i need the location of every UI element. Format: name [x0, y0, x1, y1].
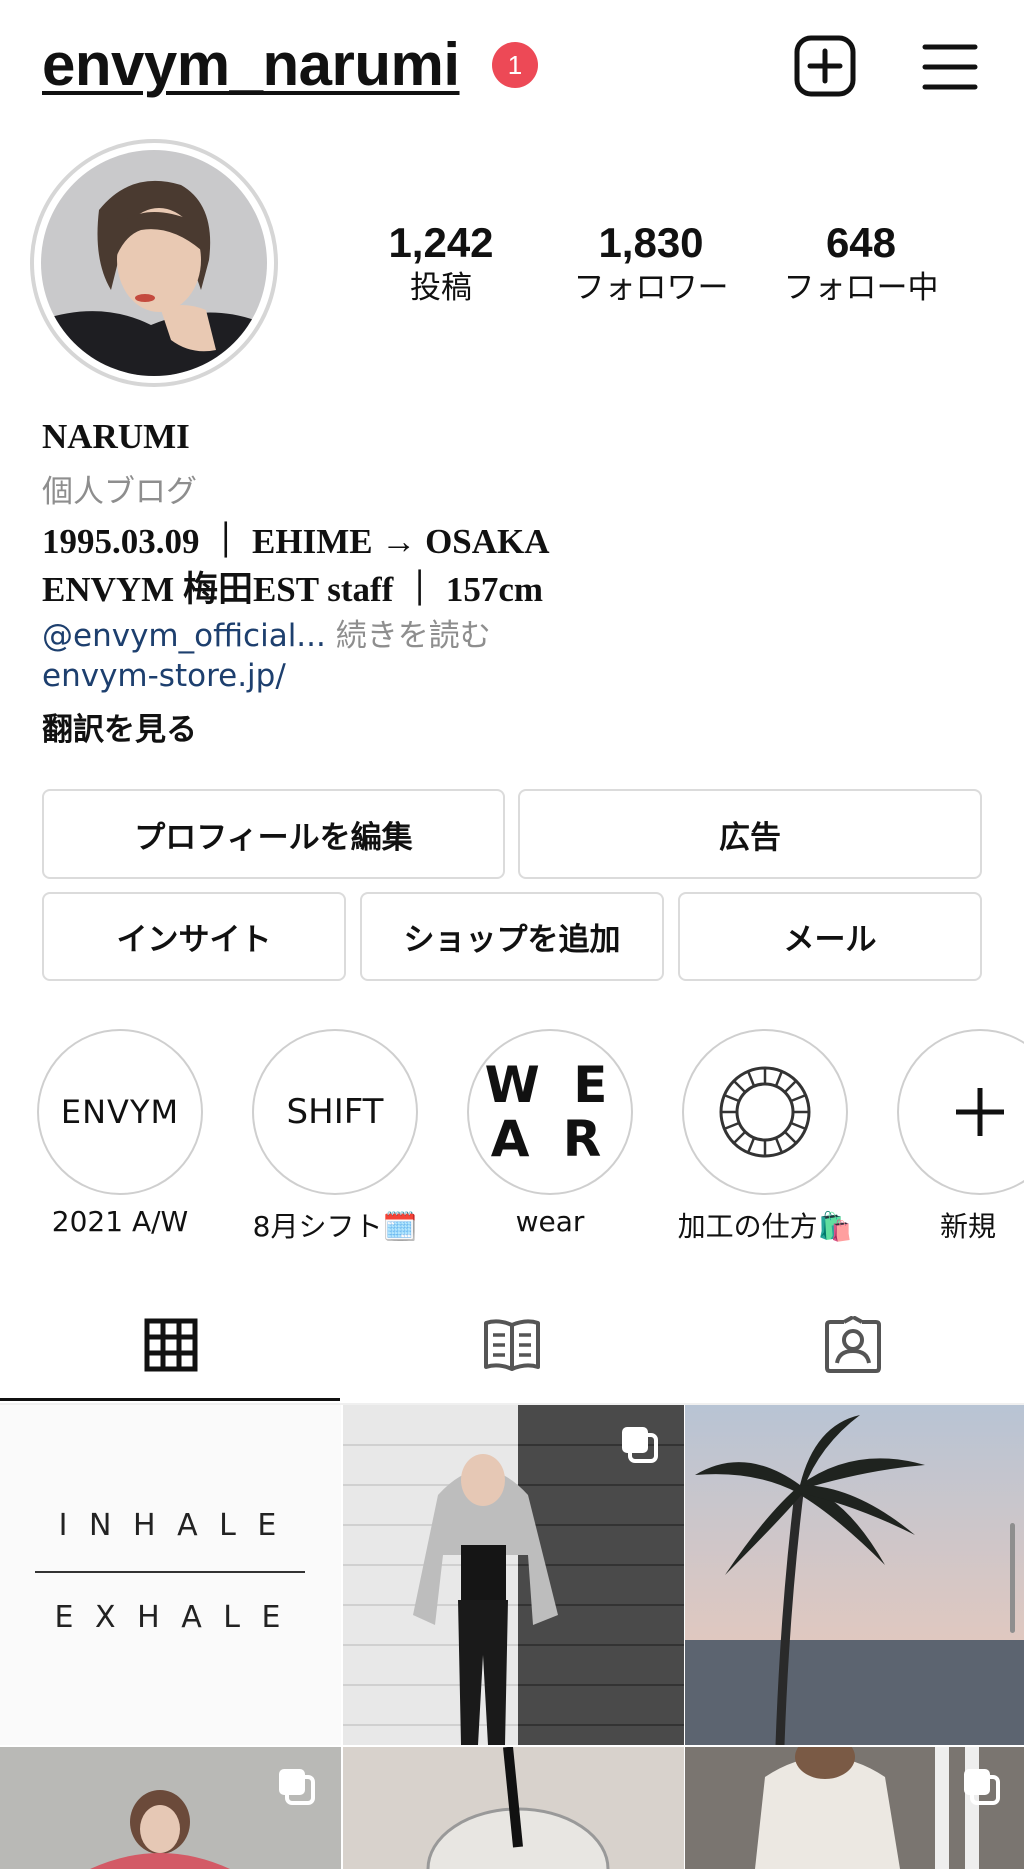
post-divider-line [35, 1571, 305, 1573]
post-thumbnail[interactable] [685, 1747, 1024, 1869]
highlight-cover-text: W E [484, 1056, 616, 1114]
stat-following[interactable]: 648 フォロー中 [751, 218, 971, 308]
bio-category: 個人ブログ [42, 474, 197, 510]
highlight-cover: SHIFT [252, 1029, 418, 1195]
highlight-cover-text: SHIFT [286, 1092, 384, 1132]
notification-badge[interactable]: 1 [492, 42, 538, 88]
bio-name: NARUMI [42, 417, 190, 456]
bio-mention-link[interactable]: @envym_official... [42, 618, 326, 654]
post-thumbnail[interactable] [0, 1747, 341, 1869]
highlight-cover: ENVYM [37, 1029, 203, 1195]
stat-following-value: 648 [825, 219, 897, 266]
post-thumbnail[interactable] [343, 1747, 684, 1869]
highlight-item[interactable]: SHIFT [252, 1029, 418, 1195]
profile-avatar[interactable] [30, 139, 278, 387]
scrollbar[interactable] [1010, 1523, 1015, 1633]
see-translation-link[interactable]: 翻訳を見る [42, 704, 197, 749]
stat-posts-value: 1,242 [388, 219, 494, 266]
grid-icon [144, 1318, 197, 1372]
stat-posts-label: 投稿 [410, 270, 472, 306]
ads-button[interactable]: 広告 [518, 789, 982, 879]
guide-book-icon [483, 1319, 540, 1371]
highlight-cover [897, 1029, 1024, 1195]
post-thumbnail[interactable] [685, 1405, 1024, 1745]
bio-line-1: 1995.03.09 ｜ EHIME → OSAKA [42, 522, 550, 561]
post-thumbnail[interactable]: I N H A L E E X H A L E [0, 1405, 341, 1745]
highlight-label: wear [515, 1205, 585, 1238]
highlight-cover: W E A R [467, 1029, 633, 1195]
highlight-item[interactable] [682, 1029, 848, 1195]
post-thumbnail[interactable] [343, 1405, 684, 1745]
highlight-label: 新規 [940, 1210, 997, 1243]
bio-line-2: ENVYM 梅田EST staff ｜ 157cm [42, 570, 544, 609]
carousel-icon [279, 1769, 315, 1805]
highlight-item[interactable]: W E A R [467, 1029, 633, 1195]
plus-icon [956, 1088, 1004, 1136]
carousel-icon [964, 1769, 1000, 1805]
post-text-top: I N H A L E [58, 1508, 283, 1543]
tagged-person-icon [824, 1316, 881, 1373]
hamburger-menu-icon [922, 44, 978, 90]
bio-mention-line: @envym_official... 続きを読む [42, 610, 491, 655]
ring-filter-icon [719, 1066, 811, 1158]
add-shop-button[interactable]: ショップを追加 [360, 892, 664, 981]
profile-username[interactable]: envym_narumi [42, 30, 460, 100]
edit-profile-button[interactable]: プロフィールを編集 [42, 789, 505, 879]
tab-posts-grid[interactable] [0, 1290, 341, 1400]
stat-following-label: フォロー中 [783, 270, 939, 306]
stat-posts[interactable]: 1,242 投稿 [331, 218, 551, 308]
carousel-icon [622, 1427, 658, 1463]
highlight-label: 8月シフト🗓️ [252, 1210, 418, 1243]
avatar-photo [41, 150, 267, 376]
active-tab-indicator [0, 1398, 340, 1401]
highlight-cover [682, 1029, 848, 1195]
post-photo [343, 1747, 684, 1869]
highlight-label: 加工の仕方🛍️ [677, 1210, 853, 1243]
new-post-button[interactable] [794, 35, 856, 97]
stat-followers-label: フォロワー [573, 270, 729, 306]
stat-followers[interactable]: 1,830 フォロワー [541, 218, 761, 308]
highlight-label: 2021 A/W [51, 1205, 189, 1238]
menu-button[interactable] [922, 42, 978, 92]
highlight-cover-text: ENVYM [60, 1093, 180, 1131]
insights-button[interactable]: インサイト [42, 892, 346, 981]
post-photo [685, 1405, 1024, 1745]
bio-read-more[interactable]: 続きを読む [326, 618, 491, 654]
new-highlight-button[interactable] [897, 1029, 1024, 1195]
bio-website-link[interactable]: envym-store.jp/ [42, 658, 286, 694]
highlight-item[interactable]: ENVYM [37, 1029, 203, 1195]
plus-square-icon [794, 35, 856, 97]
post-text-bottom: E X H A L E [54, 1600, 287, 1635]
stat-followers-value: 1,830 [598, 219, 704, 266]
tab-guides[interactable] [341, 1290, 682, 1400]
email-button[interactable]: メール [678, 892, 982, 981]
tab-tagged[interactable] [682, 1290, 1023, 1400]
highlight-cover-text: A R [490, 1110, 610, 1168]
